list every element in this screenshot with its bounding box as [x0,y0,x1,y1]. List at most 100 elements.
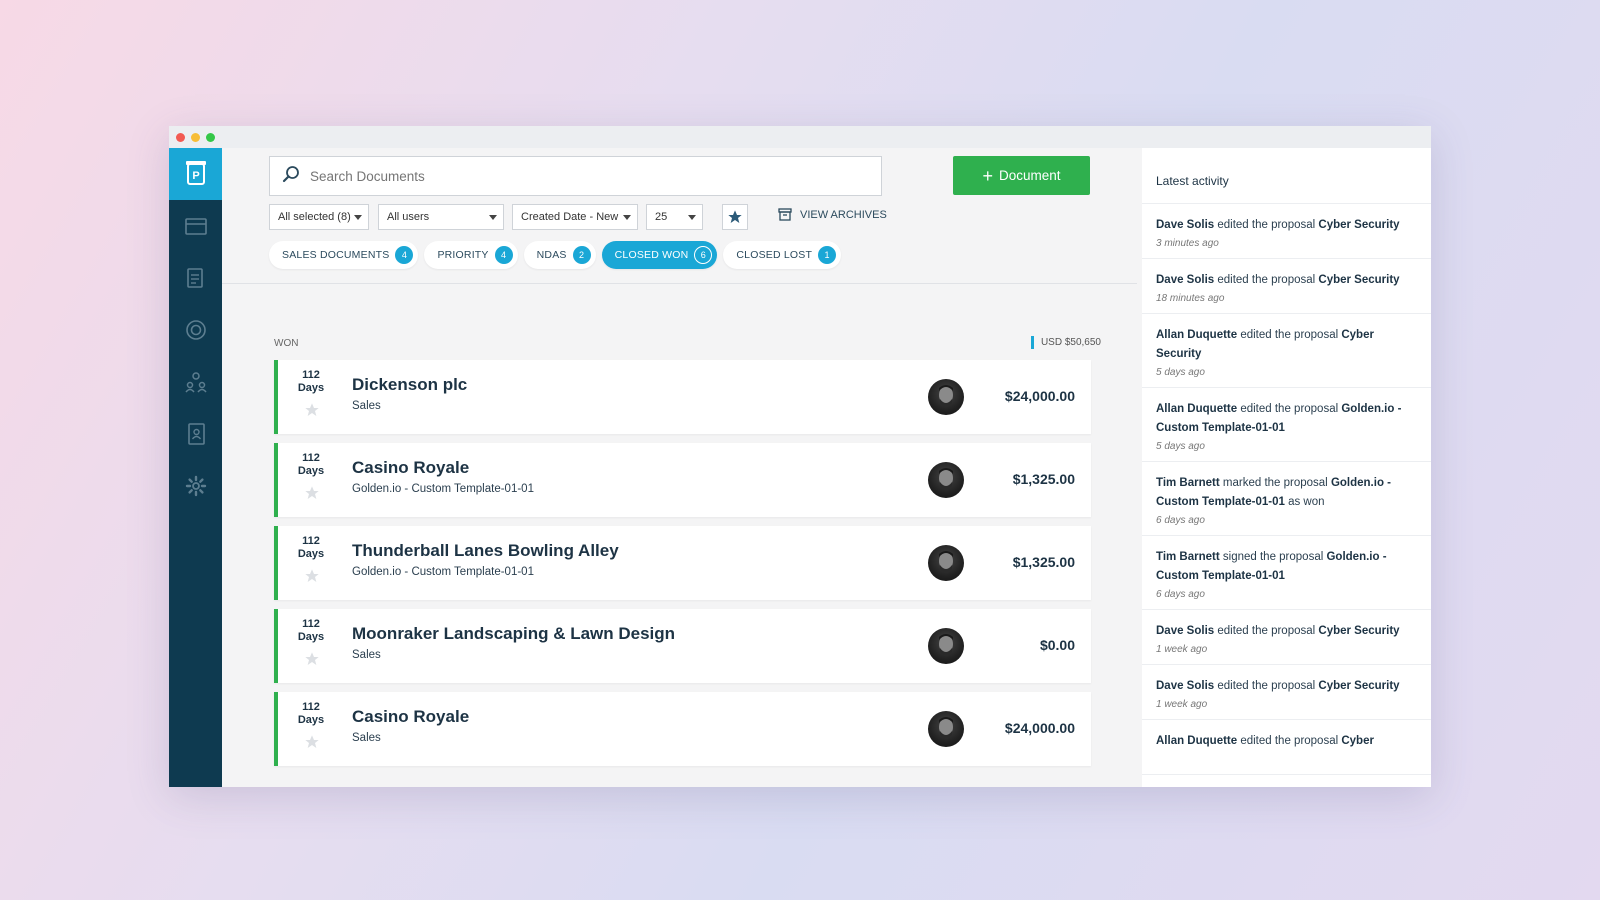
maximize-window-button[interactable] [206,132,215,142]
activity-item[interactable]: Dave Solis edited the proposal Cyber Sec… [1142,204,1431,259]
chevron-down-icon [688,215,696,220]
window-titlebar [169,126,1431,148]
divider [222,283,1137,284]
count-badge: 6 [694,246,713,264]
category-tabs: SALES DOCUMENTS 4 PRIORITY 4 NDAS 2 CLOS… [269,241,842,269]
activity-time: 5 days ago [1156,441,1205,452]
close-window-button[interactable] [176,132,185,142]
document-amount: $1,325.00 [1012,554,1075,570]
document-title: Casino Royale [352,458,470,477]
document-amount: $24,000.00 [1004,388,1075,404]
activity-text: Dave Solis edited the proposal Cyber Sec… [1156,680,1400,692]
avatar [928,379,964,415]
days-counter: 112 Days [297,701,325,726]
activity-text: Allan Duquette edited the proposal Cyber [1156,735,1374,747]
status-filter-value: All selected (8) [278,211,351,223]
activity-time: 1 week ago [1156,699,1208,710]
activity-text: Dave Solis edited the proposal Cyber Sec… [1156,219,1400,231]
svg-text:P: P [192,170,199,182]
per-page-dropdown[interactable]: 25 [646,204,703,230]
chevron-down-icon [489,215,497,220]
users-filter-value: All users [387,211,430,223]
document-row[interactable]: 112 Days Thunderball Lanes Bowling Alley … [274,526,1091,600]
document-row[interactable]: 112 Days Dickenson plc Sales $24,000.00 [274,360,1091,434]
activity-item[interactable]: Allan Duquette edited the proposal Cyber… [1142,314,1431,388]
activity-item[interactable]: Dave Solis edited the proposal Cyber Sec… [1142,610,1431,665]
activity-panel: Latest activity Dave Solis edited the pr… [1142,148,1431,787]
search-input[interactable] [310,168,850,184]
activity-time: 6 days ago [1156,589,1205,600]
document-template: Golden.io - Custom Template-01-01 [352,566,534,578]
view-archives-link[interactable]: VIEW ARCHIVES [778,208,887,221]
star-icon[interactable] [304,651,320,667]
activity-time: 1 week ago [1156,644,1208,655]
avatar [928,545,964,581]
tab-closed-won[interactable]: CLOSED WON 6 [601,241,718,269]
activity-time: 3 minutes ago [1156,238,1219,249]
users-filter-dropdown[interactable]: All users [378,204,504,230]
count-badge: 1 [818,246,837,264]
gear-icon[interactable] [169,460,222,512]
tab-closed-lost[interactable]: CLOSED LOST 1 [723,241,842,269]
per-page-value: 25 [655,211,668,223]
activity-item[interactable]: Dave Solis edited the proposal Cyber Sec… [1142,259,1431,314]
tab-sales-documents[interactable]: SALES DOCUMENTS 4 [269,241,419,269]
view-archives-label: VIEW ARCHIVES [800,208,887,221]
days-counter: 112 Days [297,618,325,643]
new-document-button[interactable]: + Document [953,156,1090,195]
tab-label: NDAS [536,249,567,261]
new-document-label: Document [998,168,1061,183]
activity-item[interactable]: Tim Barnett marked the proposal Golden.i… [1142,462,1431,536]
avatar [928,462,964,498]
document-template: Sales [352,649,381,661]
document-list: 112 Days Dickenson plc Sales $24,000.00 1… [274,360,1091,775]
tab-priority[interactable]: PRIORITY 4 [424,241,518,269]
search-icon [282,165,300,188]
activity-item[interactable]: Allan Duquette edited the proposal Cyber [1142,720,1431,775]
activity-item[interactable]: Dave Solis edited the proposal Cyber Sec… [1142,665,1431,720]
logo-icon[interactable]: P [169,148,222,200]
document-title: Thunderball Lanes Bowling Alley [352,541,619,560]
activity-time: 6 days ago [1156,515,1205,526]
search-box[interactable] [269,156,882,196]
minimize-window-button[interactable] [191,132,200,142]
document-row[interactable]: 112 Days Casino Royale Golden.io - Custom… [274,443,1091,517]
tab-ndas[interactable]: NDAS 2 [523,241,596,269]
document-title: Casino Royale [352,707,470,726]
app-window: P + Document [169,126,1431,787]
activity-text: Tim Barnett marked the proposal Golden.i… [1156,477,1391,508]
document-title: Dickenson plc [352,375,468,394]
activity-time [1156,754,1417,774]
document-amount: $0.00 [1039,637,1075,653]
activity-text: Tim Barnett signed the proposal Golden.i… [1156,551,1387,582]
section-total: USD $50,650 [1030,336,1101,349]
activity-item[interactable]: Tim Barnett signed the proposal Golden.i… [1142,536,1431,610]
document-row[interactable]: 112 Days Casino Royale Sales $24,000.00 [274,692,1091,766]
star-icon[interactable] [304,734,320,750]
star-icon[interactable] [304,485,320,501]
count-badge: 4 [494,246,513,264]
documents-icon[interactable] [169,252,222,304]
count-badge: 2 [572,246,591,264]
star-icon[interactable] [304,402,320,418]
target-icon[interactable] [169,304,222,356]
activity-text: Allan Duquette edited the proposal Golde… [1156,403,1402,434]
chevron-down-icon [354,215,362,220]
favorites-filter-button[interactable] [722,204,748,230]
sort-dropdown[interactable]: Created Date - New [512,204,638,230]
tab-label: CLOSED WON [614,249,689,261]
contacts-icon[interactable] [169,356,222,408]
inbox-icon[interactable] [169,200,222,252]
document-template: Sales [352,400,381,412]
archive-icon [778,208,792,221]
status-filter-dropdown[interactable]: All selected (8) [269,204,369,230]
star-icon[interactable] [304,568,320,584]
days-counter: 112 Days [297,452,325,477]
documents-panel: + Document All selected (8) All users Cr… [222,148,1137,787]
activity-text: Dave Solis edited the proposal Cyber Sec… [1156,274,1400,286]
days-counter: 112 Days [297,535,325,560]
activity-item[interactable]: Allan Duquette edited the proposal Golde… [1142,388,1431,462]
address-book-icon[interactable] [169,408,222,460]
section-label: WON [274,338,299,349]
document-row[interactable]: 112 Days Moonraker Landscaping & Lawn Des… [274,609,1091,683]
